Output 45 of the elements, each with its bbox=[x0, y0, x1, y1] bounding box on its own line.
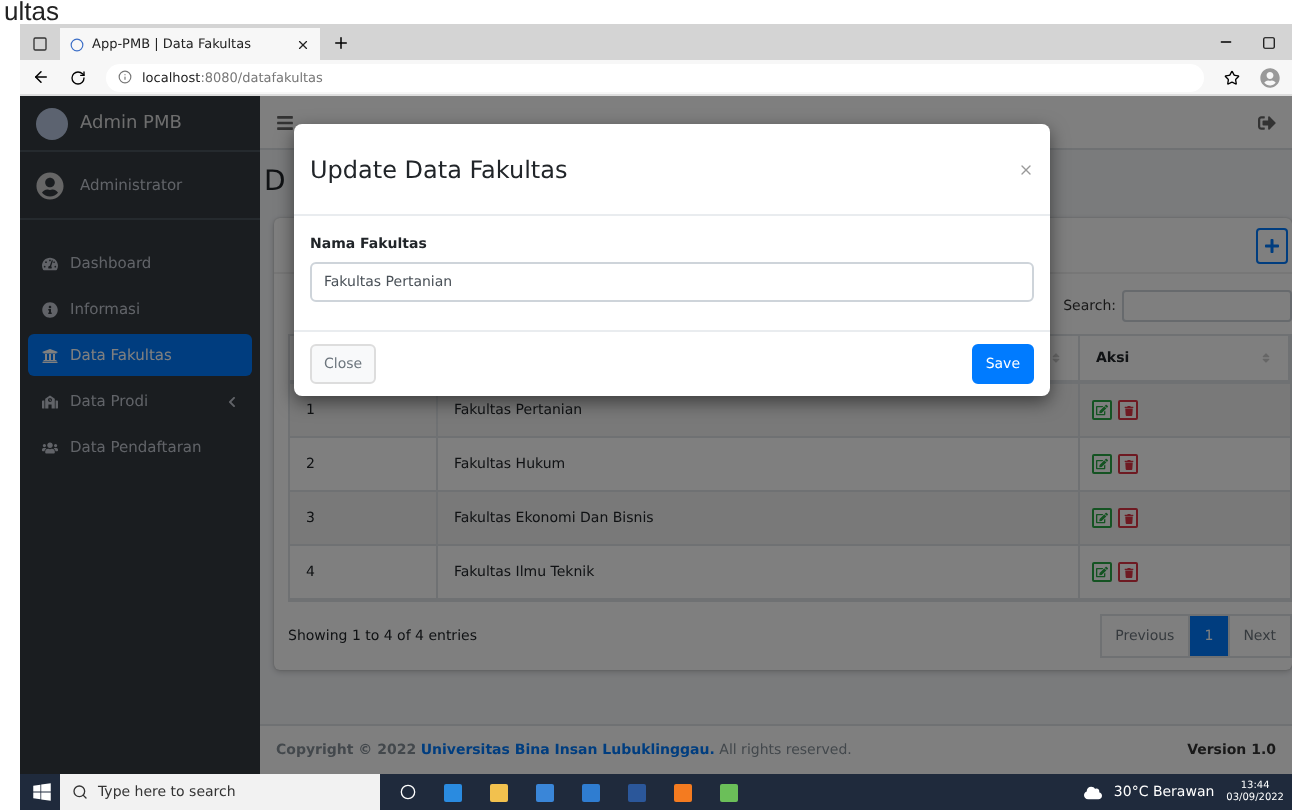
back-icon[interactable] bbox=[32, 68, 50, 86]
reload-icon[interactable] bbox=[70, 69, 86, 85]
avatar-icon bbox=[36, 171, 64, 199]
edit-button[interactable] bbox=[1092, 454, 1112, 474]
edit-button[interactable] bbox=[1092, 562, 1112, 582]
favorite-icon[interactable] bbox=[1224, 69, 1240, 85]
edit-button[interactable] bbox=[1092, 508, 1112, 528]
edit-icon bbox=[1096, 512, 1108, 524]
dashboard-icon bbox=[42, 255, 58, 271]
search-field[interactable] bbox=[1122, 290, 1292, 322]
close-icon[interactable] bbox=[296, 37, 310, 51]
delete-button[interactable] bbox=[1118, 508, 1138, 528]
modal-title: Update Data Fakultas bbox=[310, 155, 568, 183]
cloud-icon bbox=[1083, 783, 1102, 801]
tab-actions-icon[interactable] bbox=[32, 36, 48, 52]
info-icon bbox=[118, 70, 132, 84]
cortana-icon[interactable] bbox=[400, 784, 416, 800]
school-icon bbox=[42, 393, 58, 409]
delete-button[interactable] bbox=[1118, 400, 1138, 420]
menu-icon[interactable] bbox=[276, 113, 294, 131]
new-tab-icon[interactable] bbox=[332, 34, 350, 52]
page-heading: D bbox=[264, 166, 286, 198]
info-icon bbox=[42, 301, 58, 317]
cropped-text: ultas bbox=[4, 0, 59, 24]
plus-icon bbox=[1264, 237, 1280, 253]
logout-icon[interactable] bbox=[1258, 113, 1276, 131]
delete-button[interactable] bbox=[1118, 562, 1138, 582]
search-icon bbox=[72, 784, 88, 800]
delete-button[interactable] bbox=[1118, 454, 1138, 474]
start-icon[interactable] bbox=[32, 782, 52, 802]
trash-icon bbox=[1123, 513, 1133, 523]
add-button[interactable] bbox=[1256, 227, 1288, 263]
trash-icon bbox=[1123, 567, 1133, 577]
profile-icon[interactable] bbox=[1260, 67, 1280, 87]
edit-icon bbox=[1096, 404, 1108, 416]
edit-button[interactable] bbox=[1092, 400, 1112, 420]
site-icon bbox=[70, 37, 84, 51]
brand-name[interactable]: Admin PMB bbox=[80, 113, 182, 133]
edit-icon bbox=[1096, 458, 1108, 470]
bank-building-icon bbox=[42, 347, 58, 363]
edit-icon bbox=[1096, 566, 1108, 578]
trash-icon bbox=[1123, 459, 1133, 469]
users-icon bbox=[42, 439, 58, 455]
trash-icon bbox=[1123, 405, 1133, 415]
restore-icon[interactable] bbox=[1262, 35, 1276, 49]
